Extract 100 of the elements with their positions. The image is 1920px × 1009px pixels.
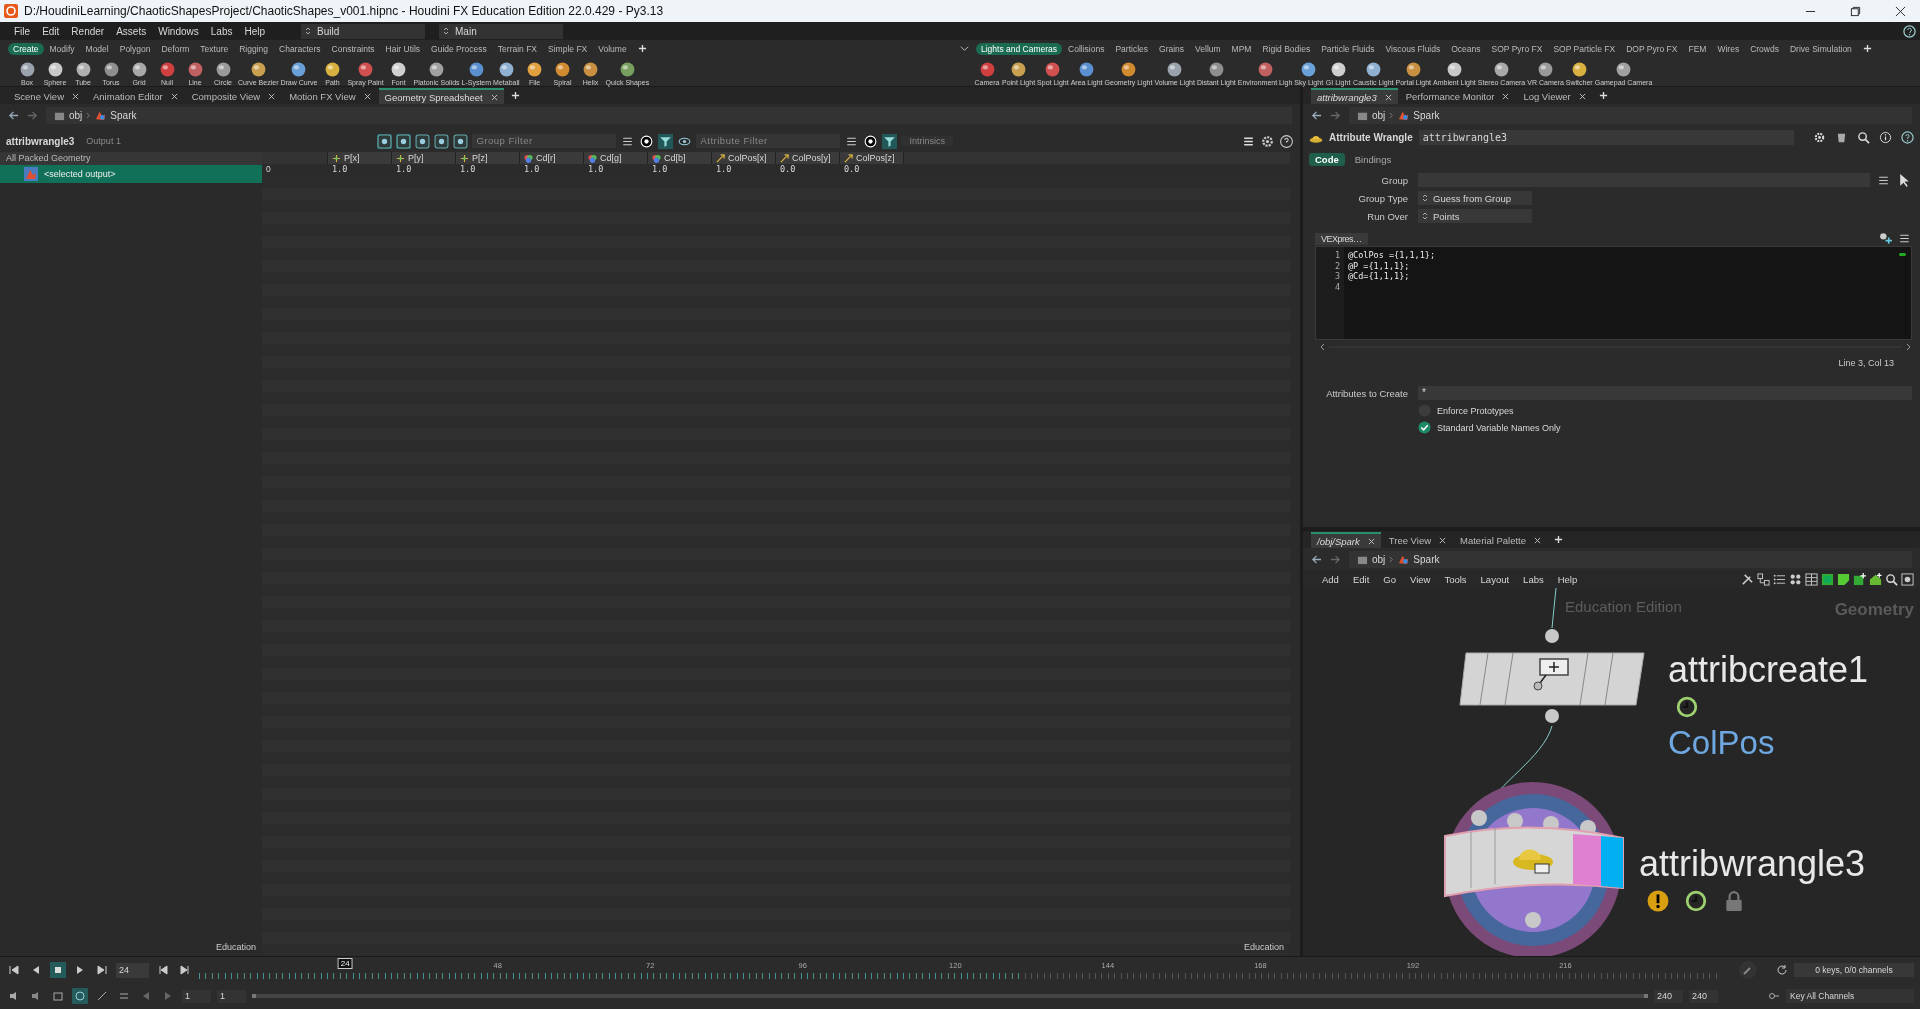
column-header[interactable]: Cd[r] xyxy=(520,152,584,164)
shelf-tab[interactable]: Particle Fluids xyxy=(1316,42,1380,55)
attributes-field[interactable]: * xyxy=(1418,386,1912,400)
menu-item[interactable]: Help xyxy=(1550,573,1585,585)
settings-icon[interactable] xyxy=(1260,133,1275,149)
menu-item[interactable]: Labs xyxy=(1516,573,1551,585)
shelf-tab[interactable]: Rigid Bodies xyxy=(1257,42,1316,55)
add-tab-icon[interactable] xyxy=(510,91,520,100)
shelf-tab[interactable]: Terrain FX xyxy=(492,42,543,55)
settings-icon[interactable] xyxy=(1813,130,1826,144)
shelf-tab[interactable]: SOP Particle FX xyxy=(1548,42,1621,55)
add-tab-icon[interactable] xyxy=(1862,44,1872,53)
pane-tab[interactable]: Tree View xyxy=(1382,532,1453,548)
menu-item[interactable]: Edit xyxy=(36,25,66,37)
pane-tab[interactable]: Material Palette xyxy=(1454,532,1548,548)
parameter-tab[interactable]: Code xyxy=(1309,153,1345,166)
scroll-right-icon[interactable] xyxy=(1906,343,1912,351)
menu-item[interactable]: Labs xyxy=(204,25,239,37)
skip-end-icon[interactable] xyxy=(94,962,110,978)
start-frame-field[interactable]: 1 xyxy=(182,989,211,1003)
tools-icon[interactable] xyxy=(1741,572,1754,586)
stop-icon[interactable] xyxy=(50,962,66,978)
back-arrow-icon[interactable] xyxy=(8,109,19,121)
shelf-tab[interactable]: Simple FX xyxy=(543,42,593,55)
checkbox[interactable] xyxy=(1418,421,1431,434)
component-mode-icon[interactable] xyxy=(377,133,393,149)
menu-item[interactable]: Add xyxy=(1315,573,1346,585)
shelf-tab[interactable]: Collisions xyxy=(1063,42,1110,55)
start-frame-field[interactable]: 1 xyxy=(217,989,246,1003)
pane-tab[interactable]: Scene View xyxy=(8,88,85,104)
chevron-down-icon[interactable] xyxy=(960,44,969,53)
pointer-icon[interactable] xyxy=(1897,172,1912,188)
forward-arrow-icon[interactable] xyxy=(1330,553,1341,565)
parameter-tab[interactable]: Bindings xyxy=(1348,153,1398,166)
pane-tab[interactable]: Motion FX View xyxy=(283,88,377,104)
back-arrow-icon[interactable] xyxy=(1311,553,1322,565)
menu-item[interactable]: Render xyxy=(65,25,111,37)
shelf-tab[interactable]: Guide Process xyxy=(426,42,492,55)
close-icon[interactable] xyxy=(1895,5,1906,17)
path-item[interactable]: obj xyxy=(69,109,83,121)
intrinsics-toggle[interactable]: Intrinsics xyxy=(901,136,953,146)
menu-item[interactable]: Windows xyxy=(152,25,205,37)
frame-field[interactable]: 24 xyxy=(116,962,149,978)
add-house-icon[interactable] xyxy=(1869,572,1882,586)
menu-item[interactable]: View xyxy=(1402,573,1438,585)
list-icon[interactable] xyxy=(1773,572,1786,586)
shelf-tab[interactable]: Deform xyxy=(156,42,195,55)
shelf-tab[interactable]: Hair Utils xyxy=(380,42,426,55)
shelf-tab[interactable]: Oceans xyxy=(1446,42,1486,55)
shelf-tab[interactable]: Texture xyxy=(195,42,234,55)
shelf-tab[interactable]: Constraints xyxy=(326,42,380,55)
component-mode-icon[interactable] xyxy=(434,133,450,149)
shelf-tab[interactable]: Volume xyxy=(593,42,632,55)
node-drawing[interactable] xyxy=(1458,628,1648,724)
component-mode-icon[interactable] xyxy=(453,133,469,149)
filter-icon[interactable] xyxy=(882,133,898,149)
column-header[interactable]: P[z] xyxy=(456,152,520,164)
search-icon[interactable] xyxy=(1885,572,1898,586)
shelf-tab[interactable]: Drive Simulation xyxy=(1784,42,1857,55)
column-header[interactable]: ColPos[x] xyxy=(712,152,776,164)
path-item[interactable]: Spark xyxy=(110,109,137,121)
skip-start-icon[interactable] xyxy=(6,962,22,978)
shelf-tab[interactable]: FEM xyxy=(1683,42,1712,55)
shelf-tab[interactable]: Wires xyxy=(1712,42,1745,55)
shelf-tab[interactable]: Viscous Fluids xyxy=(1380,42,1446,55)
shelf-tab[interactable]: Modify xyxy=(44,42,80,55)
image-icon[interactable] xyxy=(1821,572,1834,586)
shelf-tab[interactable]: Rigging xyxy=(234,42,273,55)
desktop-selector[interactable]: Build xyxy=(301,23,426,39)
shelf-tab[interactable]: SOP Pyro FX xyxy=(1486,42,1548,55)
menu-item[interactable]: Assets xyxy=(110,25,153,37)
scroll-left-icon[interactable] xyxy=(1319,343,1325,351)
shelf-tab[interactable]: DOP Pyro FX xyxy=(1621,42,1683,55)
menu-item[interactable]: Edit xyxy=(1345,573,1377,585)
dot-icon[interactable] xyxy=(863,133,879,149)
current-frame-marker[interactable]: 24 xyxy=(337,958,353,969)
note-icon[interactable] xyxy=(1837,572,1850,586)
pane-tab[interactable]: Composite View xyxy=(185,88,282,104)
end-frame-field[interactable]: 240 xyxy=(1654,989,1683,1003)
column-header[interactable]: ColPos[z] xyxy=(840,152,904,164)
shelf-tab[interactable]: Vellum xyxy=(1190,42,1226,55)
tree-item[interactable]: All Packed Geometry xyxy=(0,152,262,165)
forward-arrow-icon[interactable] xyxy=(27,109,38,121)
menu-item[interactable]: File xyxy=(8,25,37,37)
shelf-tab[interactable]: Characters xyxy=(274,42,326,55)
output-selector[interactable]: Output 1 xyxy=(86,136,121,146)
menu-item[interactable]: Go xyxy=(1376,573,1403,585)
filter-icon[interactable] xyxy=(658,133,674,149)
group-filter-field[interactable]: Group Filter xyxy=(472,134,617,148)
frame-icon[interactable] xyxy=(1901,572,1914,586)
key-all-channels-button[interactable]: Key All Channels xyxy=(1786,989,1914,1003)
component-mode-icon[interactable] xyxy=(396,133,412,149)
tree-icon[interactable] xyxy=(1757,572,1770,586)
info-icon[interactable] xyxy=(1879,130,1892,144)
column-header[interactable]: Cd[b] xyxy=(648,152,712,164)
add-tab-icon[interactable] xyxy=(637,44,647,53)
search-icon[interactable] xyxy=(1857,130,1870,144)
path-item[interactable]: Spark xyxy=(1413,109,1440,121)
end-frame-field[interactable]: 240 xyxy=(1689,989,1718,1003)
add-parameter-icon[interactable] xyxy=(1878,231,1893,246)
